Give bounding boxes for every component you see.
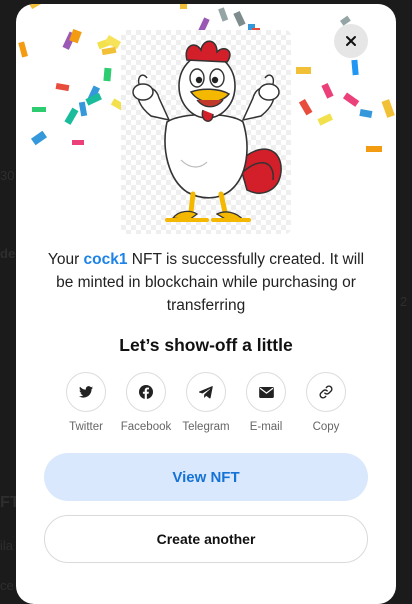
share-label: Twitter	[69, 421, 103, 433]
share-circle	[186, 372, 226, 412]
link-icon	[319, 385, 333, 399]
twitter-icon	[79, 386, 93, 398]
share-email-button[interactable]: E-mail	[236, 372, 296, 433]
telegram-icon	[199, 385, 213, 398]
share-label: E-mail	[249, 421, 283, 433]
share-circle	[246, 372, 286, 412]
share-facebook-button[interactable]: Facebook	[116, 372, 176, 433]
success-message: Your cock1 NFT is successfully created. …	[46, 248, 366, 317]
close-icon	[346, 36, 356, 46]
nft-image	[121, 30, 291, 234]
background-page-fragment: 30	[0, 168, 15, 183]
email-icon	[258, 386, 274, 398]
background-page-fragment: ila	[0, 538, 14, 553]
message-prefix: Your	[47, 251, 84, 268]
create-another-button[interactable]: Create another	[44, 515, 368, 563]
share-copy-button[interactable]: Copy	[296, 372, 356, 433]
share-twitter-button[interactable]: Twitter	[56, 372, 116, 433]
rooster-illustration	[132, 40, 282, 222]
share-label: Telegram	[182, 421, 230, 433]
background-page-fragment: ce	[0, 578, 14, 593]
share-circle	[66, 372, 106, 412]
share-label: Facebook	[120, 421, 172, 433]
share-circle	[306, 372, 346, 412]
close-button[interactable]	[334, 24, 368, 58]
nft-created-modal: Your cock1 NFT is successfully created. …	[16, 4, 396, 604]
facebook-icon	[139, 385, 153, 399]
share-telegram-button[interactable]: Telegram	[176, 372, 236, 433]
share-heading: Let’s show-off a little	[119, 335, 293, 355]
view-nft-button[interactable]: View NFT	[44, 453, 368, 501]
background-page-fragment: de	[0, 246, 16, 261]
share-circle	[126, 372, 166, 412]
background-page-fragment: 2	[400, 294, 408, 309]
share-options: Twitter Facebook Telegram E-mail Copy	[56, 372, 356, 442]
nft-name: cock1	[83, 251, 128, 268]
share-label: Copy	[312, 421, 340, 433]
